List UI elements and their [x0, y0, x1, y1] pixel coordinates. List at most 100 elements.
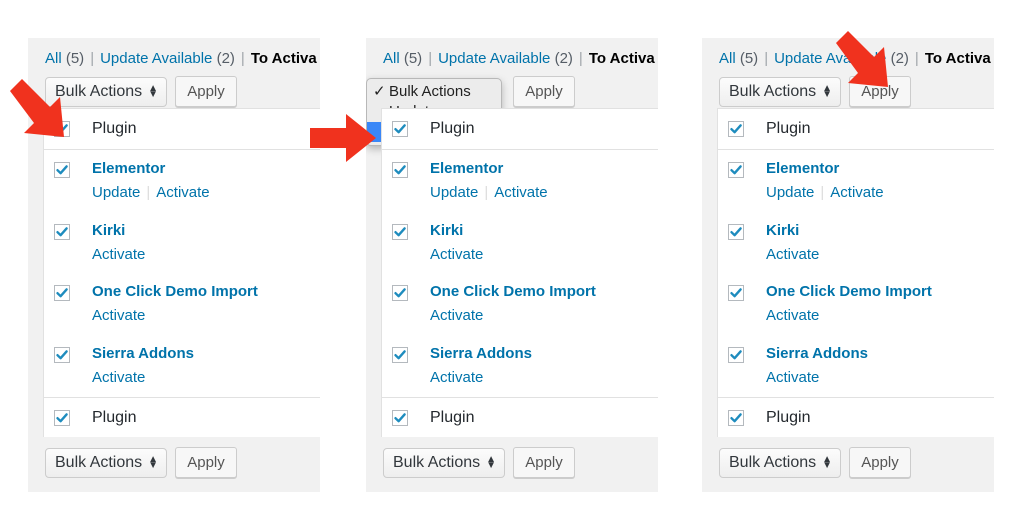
checkbox-checked-icon[interactable] — [392, 223, 408, 240]
bulk-actions-select[interactable]: Bulk Actions ▲ ▼ — [45, 447, 167, 478]
filter-all-link[interactable]: All — [719, 50, 736, 67]
update-link[interactable]: Update — [766, 184, 814, 201]
filter-update-available-link[interactable]: Update Available — [438, 50, 550, 67]
bulk-actions-select[interactable]: Bulk Actions ▲ ▼ — [719, 76, 841, 107]
table-footer-row: Plugin — [718, 397, 994, 438]
bulk-actions-select-label: Bulk Actions — [729, 453, 817, 471]
checkbox-checked-icon[interactable] — [54, 223, 70, 240]
plugin-name: Kirki — [430, 221, 464, 239]
filter-all-link[interactable]: All — [383, 50, 400, 67]
apply-button[interactable]: Apply — [849, 447, 911, 478]
checkbox-checked-icon[interactable] — [392, 346, 408, 363]
activate-link[interactable]: Activate — [766, 369, 819, 386]
row-actions: Update | Activate — [92, 184, 210, 201]
plugin-name: One Click Demo Import — [92, 283, 258, 300]
activate-link[interactable]: Activate — [92, 369, 145, 386]
plugins-table: Plugin Elementor Update | Activate Kirki Activ… — [381, 108, 658, 437]
bulk-actions-select-label: Bulk Actions — [393, 453, 481, 471]
checkbox-checked-icon[interactable] — [728, 162, 744, 178]
table-header-row: Plugin — [382, 109, 658, 150]
activate-link[interactable]: Activate — [430, 246, 483, 263]
column-header-plugin: Plugin — [430, 120, 475, 137]
checkbox-checked-icon[interactable] — [392, 162, 408, 178]
checkbox-checked-icon[interactable] — [728, 223, 744, 240]
checkbox-checked-icon[interactable] — [728, 346, 744, 363]
apply-button[interactable]: Apply — [513, 76, 575, 107]
table-row: One Click Demo Import Activate — [382, 273, 658, 334]
filter-to-activate-link[interactable]: To Activa — [589, 50, 655, 67]
column-footer-plugin: Plugin — [92, 409, 137, 426]
checkbox-checked-icon[interactable] — [392, 121, 408, 137]
checkbox-checked-icon[interactable] — [728, 121, 744, 137]
red-arrow-icon — [10, 79, 64, 137]
checkbox-checked-icon[interactable] — [728, 285, 744, 301]
activate-link[interactable]: Activate — [156, 184, 209, 201]
checkbox-checked-icon[interactable] — [54, 410, 70, 426]
filter-all-link[interactable]: All — [45, 50, 62, 67]
table-footer-row: Plugin — [44, 397, 320, 438]
checkbox-checked-icon[interactable] — [728, 410, 744, 426]
bulk-actions-select[interactable]: Bulk Actions ▲ ▼ — [719, 447, 841, 478]
updown-arrows-icon: ▲ ▼ — [822, 82, 832, 100]
activate-link[interactable]: Activate — [830, 184, 883, 201]
checkbox-checked-icon[interactable] — [54, 285, 70, 301]
filter-update-available-link[interactable]: Update Available — [100, 50, 212, 67]
filter-to-activate-link[interactable]: To Activa — [251, 50, 317, 67]
plugin-name: Elementor — [430, 160, 504, 177]
plugin-name: Kirki — [766, 221, 800, 239]
column-footer-plugin: Plugin — [430, 409, 475, 426]
table-row: Sierra Addons Activate — [382, 335, 658, 396]
filter-to-activate-link[interactable]: To Activa — [925, 50, 991, 67]
plugin-name: Elementor — [92, 160, 166, 177]
checkbox-checked-icon[interactable] — [54, 346, 70, 363]
update-link[interactable]: Update — [92, 184, 140, 201]
plugin-name: One Click Demo Import — [766, 283, 932, 300]
plugin-status-filters: All (5) | Update Available (2) | To Activa — [383, 50, 655, 67]
table-row: Kirki Activate — [44, 212, 320, 273]
table-row: Elementor Update | Activate — [44, 150, 320, 211]
row-actions: Activate — [766, 307, 819, 324]
activate-link[interactable]: Activate — [430, 369, 483, 386]
activate-link[interactable]: Activate — [766, 307, 819, 324]
plugin-name: Sierra Addons — [430, 344, 532, 362]
row-actions: Update | Activate — [766, 184, 884, 201]
table-row: Kirki Activate — [718, 212, 994, 273]
row-actions: Activate — [430, 246, 483, 263]
plugins-table: Plugin Elementor Update | Activate Kirki Activ… — [43, 108, 320, 437]
bulk-actions-select-label: Bulk Actions — [729, 82, 817, 100]
apply-button[interactable]: Apply — [175, 447, 237, 478]
update-link[interactable]: Update — [430, 184, 478, 201]
column-header-plugin: Plugin — [766, 120, 811, 137]
bulk-actions-row: Bulk Actions ▲ ▼ Apply — [383, 447, 575, 478]
plugin-name: One Click Demo Import — [430, 283, 596, 300]
row-actions: Activate — [430, 369, 483, 386]
row-actions: Update | Activate — [430, 184, 548, 201]
checkbox-checked-icon[interactable] — [54, 162, 70, 178]
activate-link[interactable]: Activate — [430, 307, 483, 324]
column-header-plugin: Plugin — [92, 120, 137, 137]
apply-button[interactable]: Apply — [175, 76, 237, 107]
activate-link[interactable]: Activate — [766, 246, 819, 263]
dropdown-option[interactable]: ✓ Bulk Actions — [367, 82, 501, 102]
row-actions: Activate — [766, 246, 819, 263]
activate-link[interactable]: Activate — [92, 246, 145, 263]
apply-button[interactable]: Apply — [513, 447, 575, 478]
checkbox-checked-icon[interactable] — [392, 285, 408, 301]
table-footer-row: Plugin — [382, 397, 658, 438]
panel-step-2: All (5) | Update Available (2) | To Activa Ap… — [366, 38, 658, 492]
plugin-name: Sierra Addons — [766, 344, 868, 362]
row-actions: Activate — [766, 369, 819, 386]
plugins-table: Plugin Elementor Update | Activate Kirki Activ… — [717, 108, 994, 437]
plugin-status-filters: All (5) | Update Available (2) | To Activa — [45, 50, 317, 67]
table-row: Sierra Addons Activate — [44, 335, 320, 396]
activate-link[interactable]: Activate — [494, 184, 547, 201]
activate-link[interactable]: Activate — [92, 307, 145, 324]
checkbox-checked-icon[interactable] — [392, 410, 408, 426]
updown-arrows-icon: ▲ ▼ — [148, 82, 158, 100]
updown-arrows-icon: ▲ ▼ — [822, 453, 832, 471]
bulk-actions-select[interactable]: Bulk Actions ▲ ▼ — [383, 447, 505, 478]
checkmark-icon: ✓ — [373, 83, 386, 100]
table-header-row: Plugin — [718, 109, 994, 150]
row-actions: Activate — [92, 369, 145, 386]
plugin-name: Sierra Addons — [92, 344, 194, 362]
